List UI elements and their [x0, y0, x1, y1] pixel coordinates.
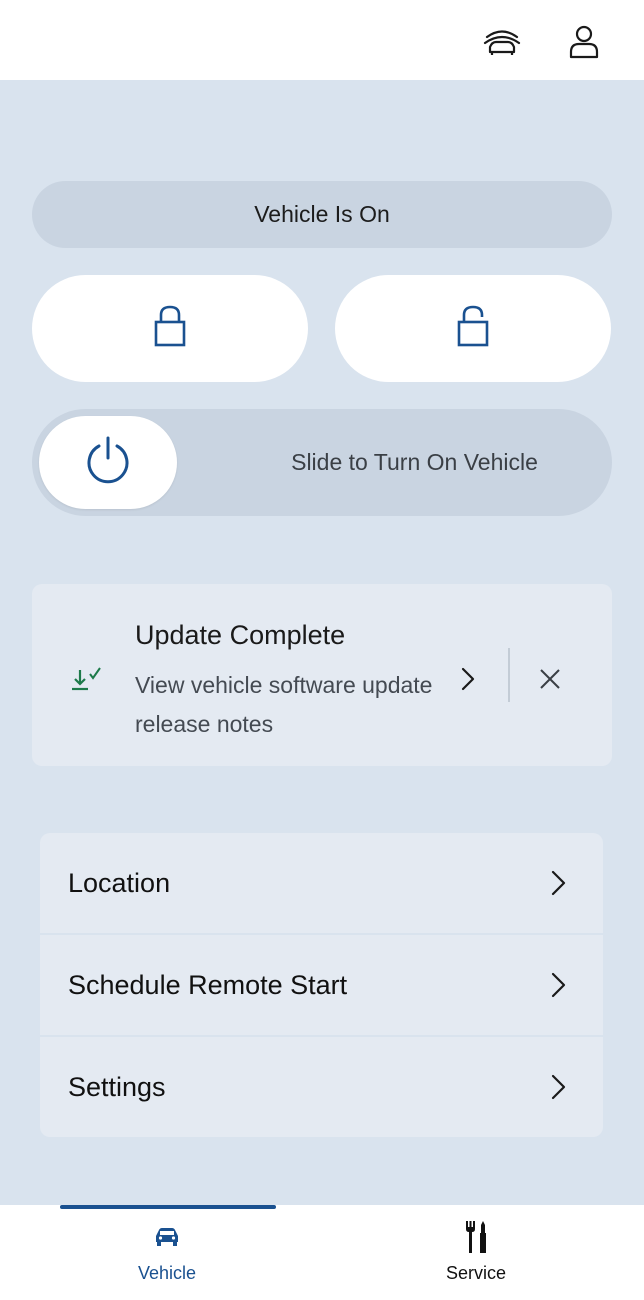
lock-button[interactable] [32, 275, 308, 382]
update-description: View vehicle software update release not… [135, 672, 433, 737]
tools-icon [376, 1219, 576, 1255]
tab-vehicle[interactable]: Vehicle [67, 1205, 267, 1300]
update-title: Update Complete [135, 620, 346, 650]
download-check-icon [68, 664, 104, 694]
tab-label: Vehicle [137, 1263, 197, 1283]
remote-start-slider[interactable]: Slide to Turn On Vehicle [32, 409, 612, 516]
slider-label: Slide to Turn On Vehicle [291, 449, 538, 475]
slider-knob[interactable] [39, 416, 177, 509]
menu-item-label: Location [68, 867, 171, 898]
menu-item-label: Settings [68, 1071, 166, 1102]
unlock-icon [456, 304, 490, 353]
chevron-right-icon [547, 1072, 569, 1102]
close-icon[interactable] [535, 664, 565, 694]
chevron-right-icon [547, 970, 569, 1000]
bottom-navigation: Vehicle Service [0, 1205, 644, 1300]
main-content: Vehicle Is On Slide to Turn On Vehicle U… [0, 80, 644, 1205]
menu-item-label: Schedule Remote Start [68, 969, 348, 1000]
garage-car-icon[interactable] [482, 22, 522, 62]
tab-label: Service [445, 1263, 507, 1283]
chevron-right-icon [547, 868, 569, 898]
menu-item-location[interactable]: Location [40, 833, 603, 933]
update-complete-card[interactable]: Update Complete View vehicle software up… [32, 584, 612, 766]
vehicle-status-label: Vehicle Is On [254, 201, 390, 227]
lock-icon [153, 304, 187, 353]
unlock-button[interactable] [335, 275, 611, 382]
vehicle-status-pill: Vehicle Is On [32, 181, 612, 248]
power-icon [82, 434, 134, 491]
menu-item-settings[interactable]: Settings [40, 1037, 603, 1137]
divider [508, 648, 510, 702]
chevron-right-icon[interactable] [452, 664, 484, 694]
tab-service[interactable]: Service [376, 1205, 576, 1300]
car-icon [67, 1219, 267, 1255]
menu-list: Location Schedule Remote Start Settings [40, 833, 603, 1137]
profile-icon[interactable] [564, 22, 604, 62]
top-bar [0, 0, 644, 80]
menu-item-schedule-remote-start[interactable]: Schedule Remote Start [40, 935, 603, 1035]
